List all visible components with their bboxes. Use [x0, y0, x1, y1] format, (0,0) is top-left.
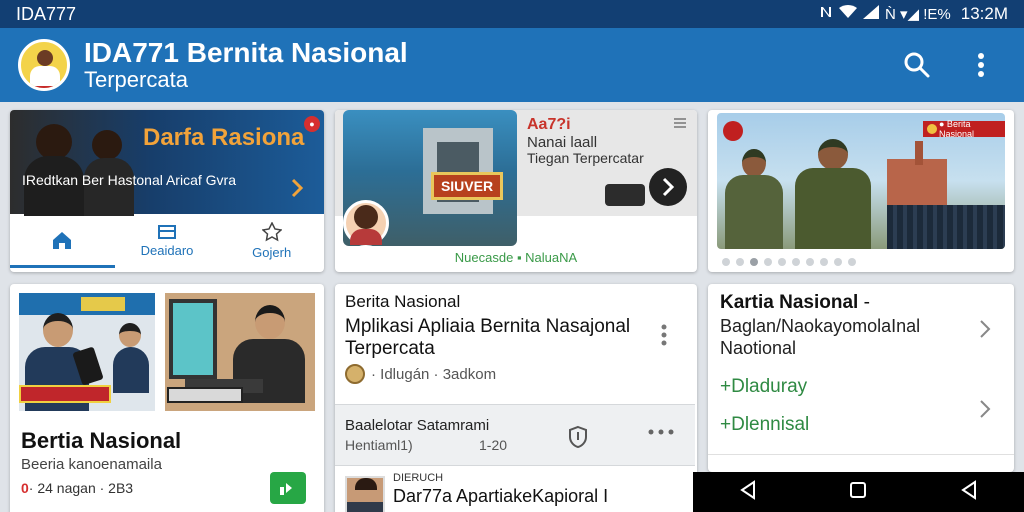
back-icon[interactable] [738, 479, 758, 505]
carousel-dot[interactable] [806, 258, 814, 266]
home-icon [51, 229, 73, 254]
news-title-suffix: - [863, 292, 870, 313]
tab-gojerh-label: Gojerh [252, 245, 292, 260]
recent-icon[interactable] [959, 479, 979, 505]
chevron-right-icon[interactable] [649, 168, 687, 206]
signal-icon [863, 5, 879, 23]
news-title-text: Kartia Nasional [720, 292, 859, 313]
news-title[interactable]: Bertia Nasional [21, 428, 181, 454]
status-app-name: IDA777 [16, 3, 77, 24]
status-time: 13:2M [960, 4, 1008, 23]
card2-line2: Tiegan Terpercatar [527, 150, 644, 166]
card2-tag: Aa7?i [527, 116, 571, 133]
card-tabs: Deaidaro Gojerh [10, 214, 324, 268]
card2-banner[interactable]: SIUVER Aa7?i Nanai laall Tiegan Terperca… [335, 110, 697, 246]
news-meta-text: · Idlugán · 3adkom [371, 365, 497, 383]
card2-caption: Nuecasde ▪ NaluaNA [454, 250, 578, 265]
wifi-icon [839, 5, 857, 23]
link-dlennisal[interactable]: +Dlennisal [720, 414, 809, 436]
search-icon[interactable] [902, 50, 932, 80]
card-divider [708, 454, 1014, 468]
app-subtitle: Terpercata [84, 67, 188, 92]
carousel-dot[interactable] [848, 258, 856, 266]
system-nav-bar [693, 472, 1024, 512]
tab-gojerh[interactable]: Gojerh [219, 214, 324, 268]
news-title[interactable]: Mplikasi Apliaia Bernita Nasajonal Terpe… [345, 316, 645, 360]
home-square-icon[interactable] [848, 480, 868, 505]
shield-icon[interactable] [567, 425, 589, 454]
chevron-right-icon[interactable] [978, 318, 992, 345]
app-bar: IDA771 Bernita Nasional Terpercata [0, 28, 1024, 102]
camera-image [605, 184, 645, 206]
card3-badge: ● Berita Nasional [923, 119, 1005, 139]
carousel-dot[interactable] [722, 258, 730, 266]
meta-text: · 24 nagan · 2B3 [28, 480, 134, 496]
chevron-right-icon[interactable] [978, 398, 992, 425]
news-subtitle: Beeria kanoenamaila [21, 456, 162, 473]
carousel-dots[interactable] [722, 258, 856, 266]
news-subtitle: Baglan/NaokayomolaInal Naotional [720, 316, 921, 358]
featured-card-2[interactable]: SIUVER Aa7?i Nanai laall Tiegan Terperca… [335, 110, 697, 272]
star-icon [261, 221, 283, 245]
carousel-dot[interactable] [778, 258, 786, 266]
row-right: 1-20 [479, 437, 508, 453]
news-card-6[interactable]: Kartia Nasional - Baglan/NaokayomolaInal… [708, 284, 1014, 472]
app-title: IDA771 Bernita Nasional [84, 37, 408, 68]
carousel-dot[interactable] [792, 258, 800, 266]
featured-card-3[interactable]: ● Berita Nasional [708, 110, 1014, 272]
banner-title: Darfa Rasiona [143, 124, 305, 151]
medal-icon [345, 364, 365, 384]
news-row[interactable]: Baalelotar Satamrami Hentiaml1) 1-20 [335, 404, 695, 466]
carousel-dot[interactable] [820, 258, 828, 266]
tab-home[interactable] [10, 214, 115, 268]
news-title[interactable]: Kartia Nasional - [720, 292, 870, 314]
brand-badge-icon [723, 121, 743, 141]
author-avatar [343, 200, 389, 246]
featured-banner[interactable]: Darfa Rasiona IRedtkan Ber Hastonal Aric… [10, 110, 324, 216]
carousel-dot[interactable] [736, 258, 744, 266]
banner-text: IRedtkan Ber Hastonal Aricaf Gvra [22, 172, 236, 188]
news-meta: 0· 24 nagan · 2B3 [21, 480, 133, 496]
share-icon [280, 483, 292, 495]
news-card-5[interactable]: Berita Nasional Mplikasi Apliaia Bernita… [335, 284, 697, 512]
news-thumb-laptop [165, 293, 315, 411]
news-icon [157, 224, 177, 243]
status-indicator-text: Ǹ ▾◢ ǃΕ% [885, 6, 951, 23]
carousel-dot[interactable] [764, 258, 772, 266]
more-icon[interactable] [673, 116, 687, 135]
share-button[interactable] [270, 472, 306, 504]
more-vert-icon[interactable] [661, 324, 667, 351]
list-item-kicker: DIERUCH [393, 472, 444, 484]
row-left: Hentiaml1) [345, 437, 413, 453]
live-badge: ● [304, 116, 320, 132]
chevron-right-icon[interactable] [290, 178, 304, 203]
soldiers-photo[interactable]: ● Berita Nasional [717, 113, 1005, 249]
more-horiz-icon[interactable] [647, 423, 675, 441]
news-thumb-phone [19, 293, 155, 411]
news-kicker: Berita Nasional [345, 292, 461, 311]
status-indicators: Ǹ ▾◢ ǃΕ% 13:2M [819, 4, 1008, 24]
list-item-title: Dar77a ApartiakeKapioral I [393, 486, 609, 506]
featured-card-1[interactable]: Darfa Rasiona IRedtkan Ber Hastonal Aric… [10, 110, 324, 272]
app-logo [18, 39, 70, 91]
tab-deaidaro[interactable]: Deaidaro [115, 214, 220, 268]
tab-deaidaro-label: Deaidaro [140, 243, 194, 258]
news-list-item[interactable]: DIERUCH Dar77a ApartiakeKapioral I [335, 466, 695, 512]
row-title: Baalelotar Satamrami [345, 417, 490, 434]
notification-icon [819, 5, 833, 23]
card2-line1: Nanai laall [527, 134, 598, 151]
status-bar: IDA777 Ǹ ▾◢ ǃΕ% 13:2M [0, 0, 1024, 28]
more-vert-icon[interactable] [966, 50, 996, 80]
carousel-dot-active[interactable] [750, 258, 758, 266]
banner-sign: SIUVER [431, 172, 503, 200]
meta-count: 0 [21, 480, 29, 496]
news-meta: · Idlugán · 3adkom [345, 364, 496, 384]
carousel-dot[interactable] [834, 258, 842, 266]
link-dladuray[interactable]: +Dladuray [720, 376, 807, 398]
reporters-image [20, 120, 134, 216]
news-card-4[interactable]: Bertia Nasional Beeria kanoenamaila 0· 2… [10, 284, 324, 512]
author-avatar [345, 476, 385, 512]
